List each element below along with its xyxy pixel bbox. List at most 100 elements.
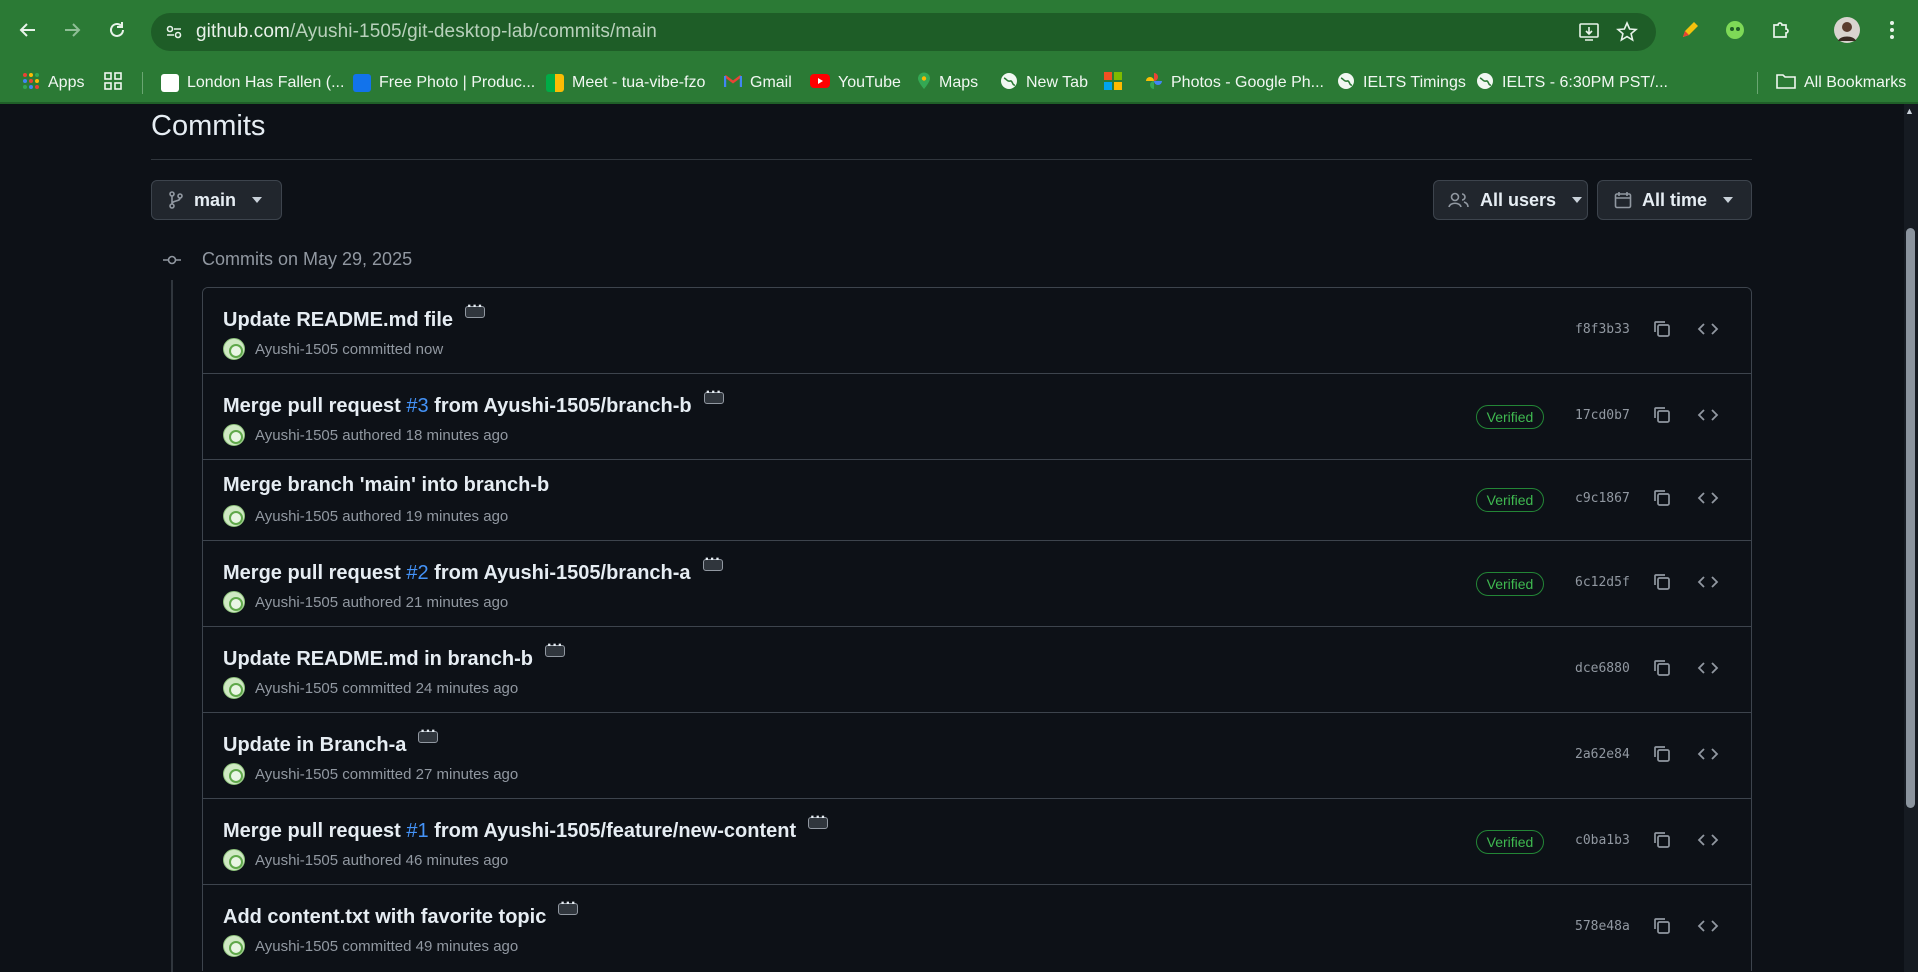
commit-sha-link[interactable]: dce6880 — [1575, 661, 1630, 676]
forward-icon[interactable] — [56, 14, 88, 46]
bookmark-grid[interactable] — [103, 68, 123, 98]
avatar[interactable] — [223, 849, 245, 871]
branch-selector-button[interactable]: main — [151, 180, 282, 220]
install-app-icon[interactable] — [1578, 21, 1600, 48]
browse-code-icon[interactable] — [1696, 403, 1720, 427]
pull-request-link[interactable]: #2 — [406, 562, 428, 584]
commit-title[interactable]: Merge pull request — [223, 820, 406, 842]
browse-code-icon[interactable] — [1696, 914, 1720, 938]
commit-sha-link[interactable]: 2a62e84 — [1575, 747, 1630, 762]
commit-message[interactable]: Merge branch 'main' into branch-b — [223, 474, 549, 497]
commit-author[interactable]: Ayushi-1505 — [255, 852, 338, 869]
scrollbar-thumb[interactable] — [1906, 228, 1915, 808]
commit-title[interactable]: Update in Branch-a — [223, 734, 406, 756]
browse-code-icon[interactable] — [1696, 317, 1720, 341]
commit-sha-link[interactable]: 17cd0b7 — [1575, 408, 1630, 423]
browse-code-icon[interactable] — [1696, 570, 1720, 594]
commit-message[interactable]: Add content.txt with favorite topic — [223, 895, 579, 929]
commit-title[interactable]: Add content.txt with favorite topic — [223, 906, 546, 928]
avatar[interactable] — [223, 763, 245, 785]
commit-author[interactable]: Ayushi-1505 — [255, 938, 338, 955]
commit-title[interactable]: Merge pull request — [223, 562, 406, 584]
all-bookmarks[interactable]: All Bookmarks — [1776, 68, 1906, 98]
commit-title-rest[interactable]: from Ayushi-1505/branch-b — [429, 395, 691, 417]
commit-title[interactable]: Update README.md in branch-b — [223, 648, 533, 670]
verified-badge[interactable]: Verified — [1476, 405, 1544, 429]
commit-author[interactable]: Ayushi-1505 — [255, 766, 338, 783]
avatar[interactable] — [223, 424, 245, 446]
commit-title-rest[interactable]: from Ayushi-1505/feature/new-content — [429, 820, 796, 842]
pen-extension-icon[interactable] — [1674, 14, 1706, 46]
bookmark-star-icon[interactable] — [1616, 20, 1638, 48]
profile-avatar-icon[interactable] — [1831, 14, 1863, 46]
commit-sha-link[interactable]: 6c12d5f — [1575, 575, 1630, 590]
expand-description-icon[interactable] — [418, 723, 439, 743]
browse-code-icon[interactable] — [1696, 656, 1720, 680]
time-filter-button[interactable]: All time — [1597, 180, 1752, 220]
commit-sha-link[interactable]: 578e48a — [1575, 919, 1630, 934]
commit-author[interactable]: Ayushi-1505 — [255, 594, 338, 611]
extensions-puzzle-icon[interactable] — [1765, 14, 1797, 46]
commit-message[interactable]: Update README.md in branch-b — [223, 637, 566, 671]
copy-icon[interactable] — [1650, 317, 1674, 341]
copy-icon[interactable] — [1650, 403, 1674, 427]
expand-description-icon[interactable] — [703, 384, 724, 404]
back-icon[interactable] — [12, 14, 44, 46]
commit-message[interactable]: Update in Branch-a — [223, 723, 439, 757]
commit-author[interactable]: Ayushi-1505 — [255, 341, 338, 358]
expand-description-icon[interactable] — [808, 809, 829, 829]
pull-request-link[interactable]: #1 — [406, 820, 428, 842]
browser-menu-icon[interactable] — [1876, 14, 1908, 46]
verified-badge[interactable]: Verified — [1476, 488, 1544, 512]
avatar[interactable] — [223, 338, 245, 360]
bookmark-freepik[interactable]: Free Photo | Produc... — [353, 68, 535, 98]
bookmark-youtube[interactable]: YouTube — [810, 68, 901, 98]
commit-title-rest[interactable]: from Ayushi-1505/branch-a — [429, 562, 690, 584]
avatar[interactable] — [223, 591, 245, 613]
commit-author[interactable]: Ayushi-1505 — [255, 427, 338, 444]
ai-extension-icon[interactable] — [1719, 14, 1751, 46]
copy-icon[interactable] — [1650, 914, 1674, 938]
site-info-icon[interactable] — [165, 23, 183, 46]
commit-sha-link[interactable]: c0ba1b3 — [1575, 833, 1630, 848]
commit-message[interactable]: Update README.md file — [223, 298, 486, 332]
expand-description-icon[interactable] — [465, 298, 486, 318]
browse-code-icon[interactable] — [1696, 742, 1720, 766]
avatar[interactable] — [223, 935, 245, 957]
verified-badge[interactable]: Verified — [1476, 830, 1544, 854]
bookmark-ielts-630[interactable]: IELTS - 6:30PM PST/... — [1476, 68, 1668, 98]
browse-code-icon[interactable] — [1696, 828, 1720, 852]
copy-icon[interactable] — [1650, 656, 1674, 680]
commit-sha-link[interactable]: c9c1867 — [1575, 491, 1630, 506]
copy-icon[interactable] — [1650, 742, 1674, 766]
reload-icon[interactable] — [101, 14, 133, 46]
avatar[interactable] — [223, 505, 245, 527]
commit-message[interactable]: Merge pull request #1 from Ayushi-1505/f… — [223, 809, 829, 843]
expand-description-icon[interactable] — [558, 895, 579, 915]
bookmark-maps[interactable]: Maps — [917, 68, 978, 98]
commit-author[interactable]: Ayushi-1505 — [255, 508, 338, 525]
bookmark-meet[interactable]: Meet - tua-vibe-fzo — [546, 68, 705, 98]
copy-icon[interactable] — [1650, 828, 1674, 852]
avatar[interactable] — [223, 677, 245, 699]
users-filter-button[interactable]: All users — [1433, 180, 1588, 220]
bookmark-ielts-timings[interactable]: IELTS Timings — [1337, 68, 1466, 98]
expand-description-icon[interactable] — [545, 637, 566, 657]
verified-badge[interactable]: Verified — [1476, 572, 1544, 596]
commit-sha-link[interactable]: f8f3b33 — [1575, 322, 1630, 337]
bookmark-apps[interactable]: Apps — [22, 68, 84, 98]
commit-title[interactable]: Merge branch 'main' into branch-b — [223, 474, 549, 496]
bookmark-new-tab[interactable]: New Tab — [1000, 68, 1088, 98]
commit-title[interactable]: Update README.md file — [223, 309, 453, 331]
bookmark-photos[interactable]: Photos - Google Ph... — [1145, 68, 1324, 98]
scroll-up-icon[interactable]: ▲ — [1905, 106, 1914, 116]
commit-message[interactable]: Merge pull request #3 from Ayushi-1505/b… — [223, 384, 724, 418]
address-bar[interactable]: github.com/Ayushi-1505/git-desktop-lab/c… — [151, 13, 1656, 51]
expand-description-icon[interactable] — [702, 551, 723, 571]
commit-title[interactable]: Merge pull request — [223, 395, 406, 417]
bookmark-london[interactable]: London Has Fallen (... — [161, 68, 344, 98]
bookmark-gmail[interactable]: Gmail — [723, 68, 792, 98]
bookmark-microsoft[interactable] — [1104, 68, 1122, 98]
commit-message[interactable]: Merge pull request #2 from Ayushi-1505/b… — [223, 551, 723, 585]
copy-icon[interactable] — [1650, 570, 1674, 594]
